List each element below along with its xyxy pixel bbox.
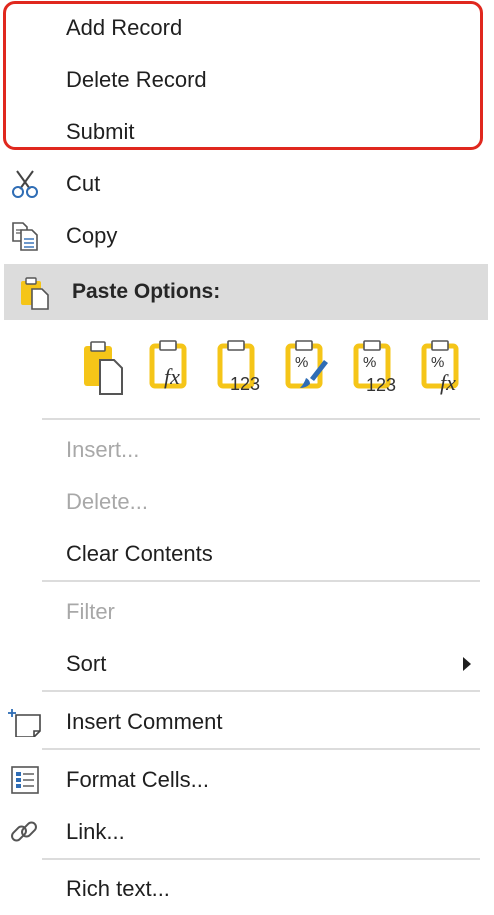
menu-item-insert: Insert...: [0, 424, 494, 476]
paste-option-text: 123: [230, 374, 260, 394]
menu-item-insert-comment[interactable]: Insert Comment: [0, 696, 494, 748]
submenu-arrow-icon: [463, 657, 471, 671]
menu-separator: [42, 748, 480, 750]
menu-item-clear-contents[interactable]: Clear Contents: [0, 528, 494, 580]
paste-formulas-button[interactable]: fx: [148, 336, 198, 396]
format-cells-icon: [11, 766, 39, 794]
menu-item-copy[interactable]: Copy: [0, 210, 494, 262]
paste-values-number-formatting-button[interactable]: % 123: [352, 336, 402, 396]
menu-item-submit[interactable]: Submit: [0, 106, 494, 158]
paste-button[interactable]: [80, 336, 130, 396]
paste-values-number-formatting-icon: % 123: [353, 340, 396, 395]
menu-item-label: Sort: [66, 651, 107, 676]
menu-separator: [42, 858, 480, 860]
menu-item-label: Rich text...: [66, 876, 170, 901]
menu-item-label: Clear Contents: [66, 541, 213, 566]
paste-option-text-secondary: fx: [440, 370, 456, 395]
paste-values-icon: 123: [217, 340, 260, 394]
link-icon: [11, 821, 37, 842]
menu-item-label: Link...: [66, 819, 125, 844]
copy-icon: [12, 222, 38, 251]
menu-item-label: Add Record: [66, 15, 183, 40]
menu-item-label: Insert Comment: [66, 709, 223, 734]
menu-item-label: Cut: [66, 171, 101, 196]
menu-item-delete: Delete...: [0, 476, 494, 528]
menu-item-delete-record[interactable]: Delete Record: [0, 54, 494, 106]
paste-icon: [21, 277, 49, 310]
paste-option-text-secondary: 123: [366, 375, 396, 395]
paste-options-label: Paste Options:: [72, 280, 221, 303]
menu-item-label: Filter: [66, 599, 115, 624]
menu-item-label: Copy: [66, 223, 118, 248]
menu-item-format-cells[interactable]: Format Cells...: [0, 754, 494, 806]
menu-item-label: Submit: [66, 119, 135, 144]
insert-comment-icon: [8, 709, 41, 737]
menu-item-rich-text[interactable]: Rich text...: [0, 863, 494, 915]
paste-formatting-button[interactable]: %: [284, 336, 334, 396]
context-menu: Add Record Delete Record Submit Cut Copy: [0, 0, 494, 910]
menu-item-filter: Filter: [0, 586, 494, 638]
menu-item-label: Format Cells...: [66, 767, 210, 792]
menu-separator: [42, 580, 480, 582]
paste-formulas-number-formatting-icon: % fx: [421, 340, 459, 395]
scissors-icon: [12, 170, 38, 198]
menu-item-cut[interactable]: Cut: [0, 158, 494, 210]
paste-options-header: Paste Options:: [4, 264, 488, 320]
menu-item-sort[interactable]: Sort: [0, 638, 494, 690]
menu-separator: [42, 690, 480, 692]
paste-option-text: %: [363, 354, 376, 371]
paste-formatting-icon: %: [285, 340, 328, 389]
paste-option-text: %: [295, 354, 308, 371]
paste-values-button[interactable]: 123: [216, 336, 266, 396]
paste-option-text: fx: [164, 364, 180, 389]
paste-formulas-number-formatting-button[interactable]: % fx: [420, 336, 470, 396]
paste-formulas-icon: fx: [149, 340, 187, 389]
paste-option-text: %: [431, 354, 444, 371]
paste-icon: [84, 341, 123, 395]
menu-item-label: Insert...: [66, 437, 140, 462]
menu-item-label: Delete Record: [66, 67, 207, 92]
menu-item-label: Delete...: [66, 489, 148, 514]
menu-item-link[interactable]: Link...: [0, 806, 494, 858]
menu-separator: [42, 418, 480, 420]
menu-item-add-record[interactable]: Add Record: [0, 2, 494, 54]
paste-options-row: fx 123 % % 123 % fx: [0, 336, 494, 400]
